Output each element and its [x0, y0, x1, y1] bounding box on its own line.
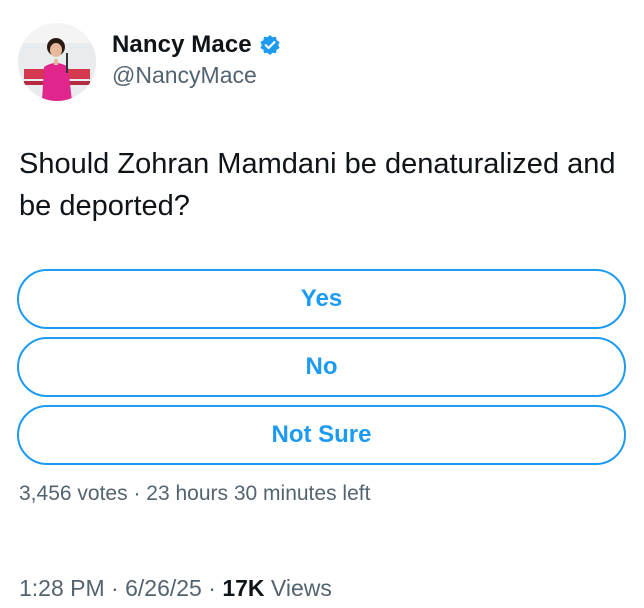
poll-votes: 3,456 votes: [19, 482, 128, 505]
tweet-date[interactable]: 6/26/25: [125, 575, 202, 601]
views-label: Views: [270, 575, 332, 601]
poll-option-yes[interactable]: Yes: [17, 269, 626, 329]
poll-option-no[interactable]: No: [17, 337, 626, 397]
poll-option-not-sure[interactable]: Not Sure: [17, 405, 626, 465]
tweet-text: Should Zohran Mamdani be denaturalized a…: [19, 148, 616, 222]
footer-separator: ·: [111, 575, 119, 601]
footer-separator: ·: [208, 575, 216, 601]
tweet-header: Nancy Mace @NancyMace: [18, 23, 281, 101]
poll: Yes No Not Sure: [17, 269, 626, 473]
user-handle[interactable]: @NancyMace: [112, 62, 281, 89]
display-name[interactable]: Nancy Mace: [112, 31, 252, 59]
avatar-photo-icon: [18, 23, 96, 101]
verified-badge-icon: [259, 34, 281, 56]
tweet-time[interactable]: 1:28 PM: [19, 575, 105, 601]
poll-meta: 3,456 votes · 23 hours 30 minutes left: [19, 482, 370, 506]
tweet-footer: 1:28 PM · 6/26/25 · 17K Views: [19, 575, 332, 602]
poll-meta-separator: ·: [133, 482, 141, 505]
avatar[interactable]: [18, 23, 96, 101]
poll-time-left: 23 hours 30 minutes left: [146, 482, 371, 505]
views-count[interactable]: 17K: [222, 575, 264, 601]
